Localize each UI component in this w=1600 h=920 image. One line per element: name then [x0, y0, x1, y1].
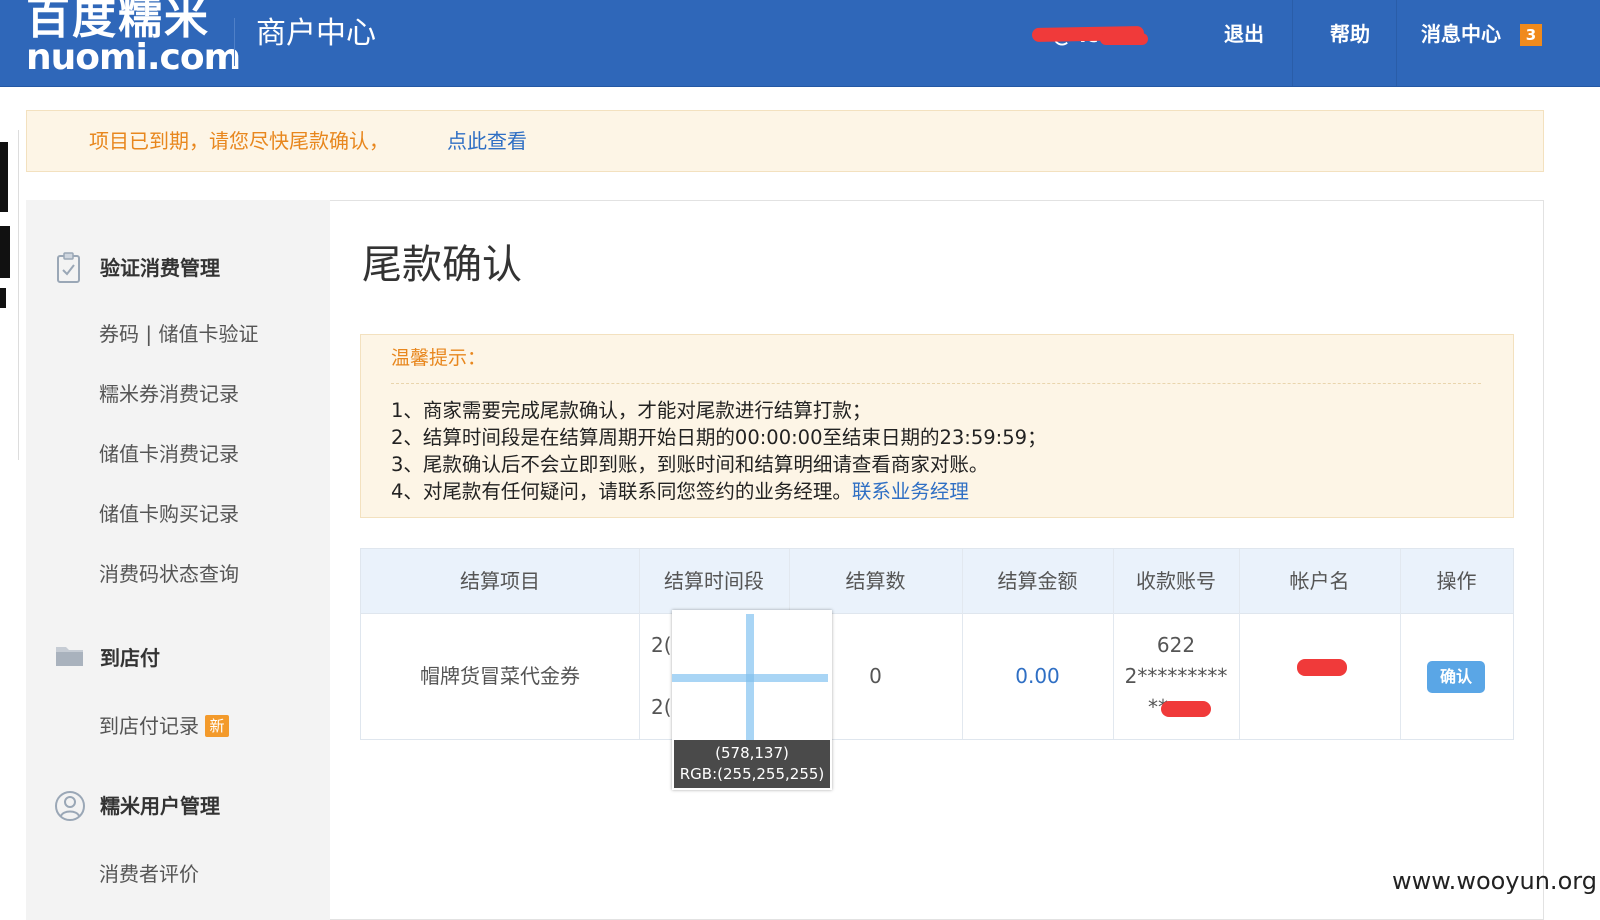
column-divider [1400, 549, 1401, 739]
expiry-notice: 项目已到期，请您尽快尾款确认， 点此查看 [26, 110, 1544, 172]
qr-fragment [0, 226, 10, 278]
tips-box: 温馨提示： 1、商家需要完成尾款确认，才能对尾款进行结算打款； 2、结算时间段是… [360, 334, 1514, 518]
notice-view-link[interactable]: 点此查看 [447, 127, 527, 155]
notice-text: 项目已到期，请您尽快尾款确认， [89, 129, 389, 153]
column-divider [962, 549, 963, 739]
column-divider [1239, 549, 1240, 739]
crosshair-center [746, 674, 754, 682]
column-header: 操作 [1436, 569, 1477, 593]
contact-manager-link[interactable]: 联系业务经理 [852, 480, 969, 503]
page-title: 尾款确认 [362, 242, 522, 288]
sidebar-item-reviews[interactable]: 消费者评价 [99, 860, 199, 888]
sidebar-item-coupon-records[interactable]: 糯米券消费记录 [99, 380, 239, 408]
tips-line: 3、尾款确认后不会立即到账，到账时间和结算明细请查看商家对账。 [391, 453, 989, 476]
email-redaction [1100, 33, 1148, 45]
sidebar-group-label: 验证消费管理 [100, 256, 220, 280]
cell-item: 帽牌货冒菜代金券 [420, 664, 580, 688]
help-link[interactable]: 帮助 [1330, 20, 1370, 48]
folder-icon [54, 642, 84, 672]
confirm-button[interactable]: 确认 [1427, 661, 1485, 693]
sidebar-item-card-consume[interactable]: 储值卡消费记录 [99, 440, 239, 468]
header-divider [234, 18, 235, 66]
clipboard-check-icon [54, 252, 84, 283]
sidebar-group-label: 到店付 [100, 646, 160, 670]
message-center-link[interactable]: 消息中心 [1421, 20, 1501, 48]
watermark: www.wooyun.org [1392, 867, 1597, 895]
logo-english: nuomi.com [26, 37, 241, 78]
tips-line: 2、结算时间段是在结算周期开始日期的00:00:00至结束日期的23:59:59… [391, 426, 1047, 449]
column-header: 结算数 [845, 569, 906, 593]
column-header: 帐户名 [1289, 569, 1350, 593]
nav-separator [1292, 0, 1293, 86]
cell-account-line: 622 [1156, 633, 1196, 657]
account-redaction [1161, 701, 1211, 717]
sidebar-item-instore-records[interactable]: 到店付记录新 [99, 712, 229, 740]
cell-account-line: 2********* [1124, 664, 1228, 688]
column-header: 结算金额 [997, 569, 1078, 593]
cell-amount: 0.00 [1015, 664, 1060, 688]
left-edge-fragment [0, 130, 19, 460]
logout-link[interactable]: 退出 [1224, 20, 1264, 48]
picker-readout: (578,137) RGB:(255,255,255) [674, 740, 830, 788]
tips-line: 4、对尾款有任何疑问，请联系同您签约的业务经理。联系业务经理 [391, 478, 969, 505]
new-badge: 新 [205, 715, 229, 737]
top-header: 百度糯米 nuomi.com 商户中心 @ .com 退出 帮助 消息中心 3 [0, 0, 1600, 87]
sidebar-group-label: 糯米用户管理 [100, 794, 220, 818]
column-header: 结算时间段 [664, 569, 764, 593]
column-header: 结算项目 [460, 569, 540, 593]
settlement-table: 结算项目 结算时间段 结算数 结算金额 收款账号 帐户名 操作 帽牌货冒菜代金券… [360, 548, 1514, 740]
qr-fragment [0, 288, 6, 308]
sidebar-item-card-purchase[interactable]: 储值卡购买记录 [99, 500, 239, 528]
tips-line: 1、商家需要完成尾款确认，才能对尾款进行结算打款； [391, 399, 872, 422]
message-count-badge: 3 [1520, 24, 1542, 46]
user-circle-icon [54, 790, 85, 821]
nuomi-logo[interactable]: 百度糯米 nuomi.com [26, 0, 241, 78]
tips-divider [391, 383, 1481, 384]
tips-line-text: 4、对尾款有任何疑问，请联系同您签约的业务经理。 [391, 480, 852, 503]
column-header: 收款账号 [1136, 569, 1216, 593]
account-name-redaction [1297, 659, 1347, 676]
nav-separator [1396, 0, 1397, 86]
sidebar-item-label: 到店付记录 [99, 714, 199, 738]
picker-rgb: RGB:(255,255,255) [679, 765, 825, 783]
header-title: 商户中心 [256, 16, 376, 51]
picker-coords: (578,137) [715, 744, 789, 762]
sidebar-item-code-status[interactable]: 消费码状态查询 [99, 560, 239, 588]
color-picker-overlay: (578,137) RGB:(255,255,255) [672, 610, 832, 790]
column-divider [639, 549, 640, 739]
table-header: 结算项目 结算时间段 结算数 结算金额 收款账号 帐户名 操作 [361, 549, 1513, 614]
tips-title: 温馨提示： [391, 347, 487, 369]
qr-fragment [0, 142, 8, 212]
sidebar-item-code-verify[interactable]: 券码 | 储值卡验证 [99, 320, 258, 348]
